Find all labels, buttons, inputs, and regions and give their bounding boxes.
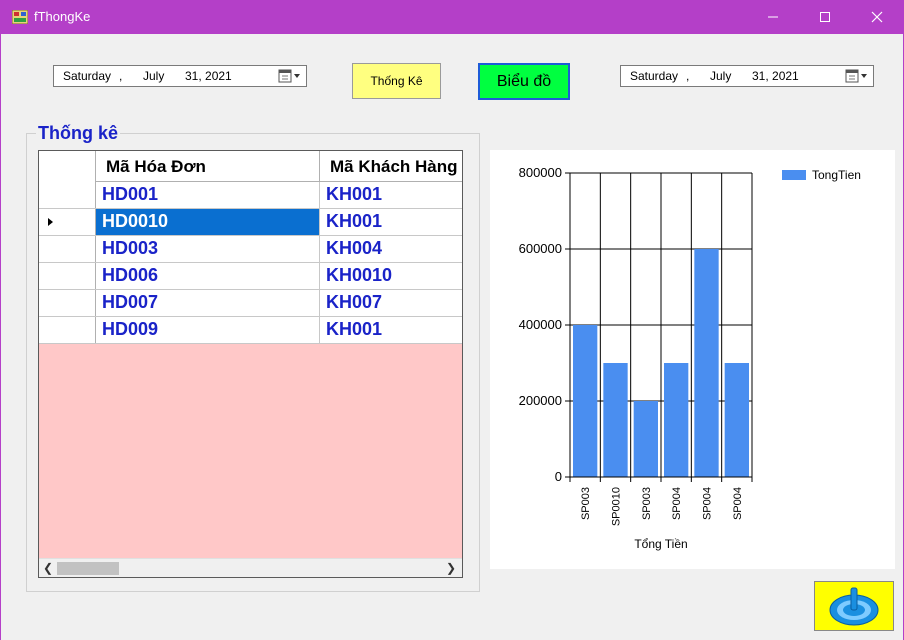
window-border-left: [0, 34, 1, 640]
y-tick-label: 400000: [519, 317, 562, 332]
cell-mahoadon[interactable]: HD001: [96, 182, 320, 208]
legend-swatch: [782, 170, 806, 180]
cell-mahoadon[interactable]: HD007: [96, 290, 320, 316]
row-header[interactable]: [39, 209, 96, 235]
table-row[interactable]: HD001 KH001: [39, 182, 462, 209]
power-icon: [829, 587, 879, 626]
maximize-button[interactable]: [802, 0, 848, 34]
cell-mahoadon[interactable]: HD0010: [96, 209, 320, 235]
x-tick-label: SP003: [580, 487, 592, 520]
exit-button[interactable]: [814, 581, 894, 631]
column-header-mahoadon[interactable]: Mã Hóa Đơn: [96, 151, 320, 182]
date-from-picker[interactable]: Saturday , July 31, 2021: [53, 65, 307, 87]
table-row[interactable]: HD0010 KH001: [39, 209, 462, 236]
bar: [573, 325, 598, 477]
bar-chart-svg: 0 200000 400000 600000 800000 SP003 SP0010 SP00…: [519, 165, 861, 551]
column-header-makhachhang[interactable]: Mã Khách Hàng: [320, 151, 462, 182]
table-row[interactable]: HD009 KH001: [39, 317, 462, 344]
row-header[interactable]: [39, 182, 96, 208]
app-icon: [12, 10, 28, 24]
x-axis-label: Tổng Tiền: [634, 537, 687, 551]
grid-header: Mã Hóa Đơn Mã Khách Hàng: [39, 151, 462, 182]
scrollbar-thumb[interactable]: [57, 562, 119, 575]
y-tick-label: 800000: [519, 165, 562, 180]
bar: [724, 363, 749, 477]
close-button[interactable]: [854, 0, 900, 34]
current-row-arrow-icon: [48, 218, 53, 226]
thongke-button[interactable]: Thống Kê: [352, 63, 441, 99]
row-header[interactable]: [39, 317, 96, 343]
title-bar: fThongKe: [0, 0, 904, 34]
cell-makhachhang[interactable]: KH004: [320, 236, 462, 262]
minimize-button[interactable]: [750, 0, 796, 34]
date-to-weekday: Saturday: [630, 69, 679, 83]
calendar-dropdown-icon[interactable]: [276, 68, 304, 84]
x-tick-label: SP003: [641, 487, 653, 520]
date-to-sep: ,: [686, 69, 690, 83]
cell-makhachhang[interactable]: KH001: [320, 182, 462, 208]
x-tick-label: SP004: [732, 487, 744, 520]
close-icon: [871, 11, 883, 23]
table-row[interactable]: HD006 KH0010: [39, 263, 462, 290]
x-tick-label: SP0010: [611, 487, 623, 526]
cell-mahoadon[interactable]: HD009: [96, 317, 320, 343]
tongtien-chart: 0 200000 400000 600000 800000 SP003 SP0010 SP00…: [490, 150, 895, 569]
x-tick-label: SP004: [671, 487, 683, 520]
date-to-month: July: [710, 69, 732, 83]
scroll-left-icon[interactable]: ❮: [43, 561, 53, 575]
cell-makhachhang[interactable]: KH001: [320, 209, 462, 235]
minimize-icon: [768, 16, 778, 18]
table-row[interactable]: HD003 KH004: [39, 236, 462, 263]
legend-label: TongTien: [812, 168, 861, 182]
date-to-dayyear: 31, 2021: [752, 69, 799, 83]
row-header-corner: [39, 151, 96, 182]
bieudo-button[interactable]: Biểu đồ: [478, 63, 570, 100]
row-header[interactable]: [39, 263, 96, 289]
maximize-icon: [820, 12, 830, 22]
bar: [694, 249, 719, 477]
group-title: Thống kê: [36, 123, 120, 144]
bar: [664, 363, 689, 477]
cell-makhachhang[interactable]: KH001: [320, 317, 462, 343]
window-title: fThongKe: [34, 9, 91, 24]
invoice-grid[interactable]: Mã Hóa Đơn Mã Khách Hàng HD001 KH001 HD001…: [38, 150, 463, 578]
date-from-month: July: [143, 69, 165, 83]
y-tick-label: 200000: [519, 393, 562, 408]
y-tick-label: 600000: [519, 241, 562, 256]
bar: [603, 363, 628, 477]
row-header[interactable]: [39, 236, 96, 262]
scroll-right-icon[interactable]: ❯: [446, 561, 456, 575]
date-from-dayyear: 31, 2021: [185, 69, 232, 83]
date-to-picker[interactable]: Saturday , July 31, 2021: [620, 65, 874, 87]
bar: [633, 401, 658, 477]
table-row[interactable]: HD007 KH007: [39, 290, 462, 317]
cell-makhachhang[interactable]: KH007: [320, 290, 462, 316]
cell-makhachhang[interactable]: KH0010: [320, 263, 462, 289]
date-from-weekday: Saturday: [63, 69, 112, 83]
x-tick-label: SP004: [702, 487, 714, 520]
cell-mahoadon[interactable]: HD006: [96, 263, 320, 289]
y-tick-label: 0: [555, 469, 562, 484]
row-header[interactable]: [39, 290, 96, 316]
calendar-dropdown-icon[interactable]: [843, 68, 871, 84]
cell-mahoadon[interactable]: HD003: [96, 236, 320, 262]
date-from-sep: ,: [119, 69, 123, 83]
horizontal-scrollbar[interactable]: ❮ ❯: [39, 558, 462, 577]
